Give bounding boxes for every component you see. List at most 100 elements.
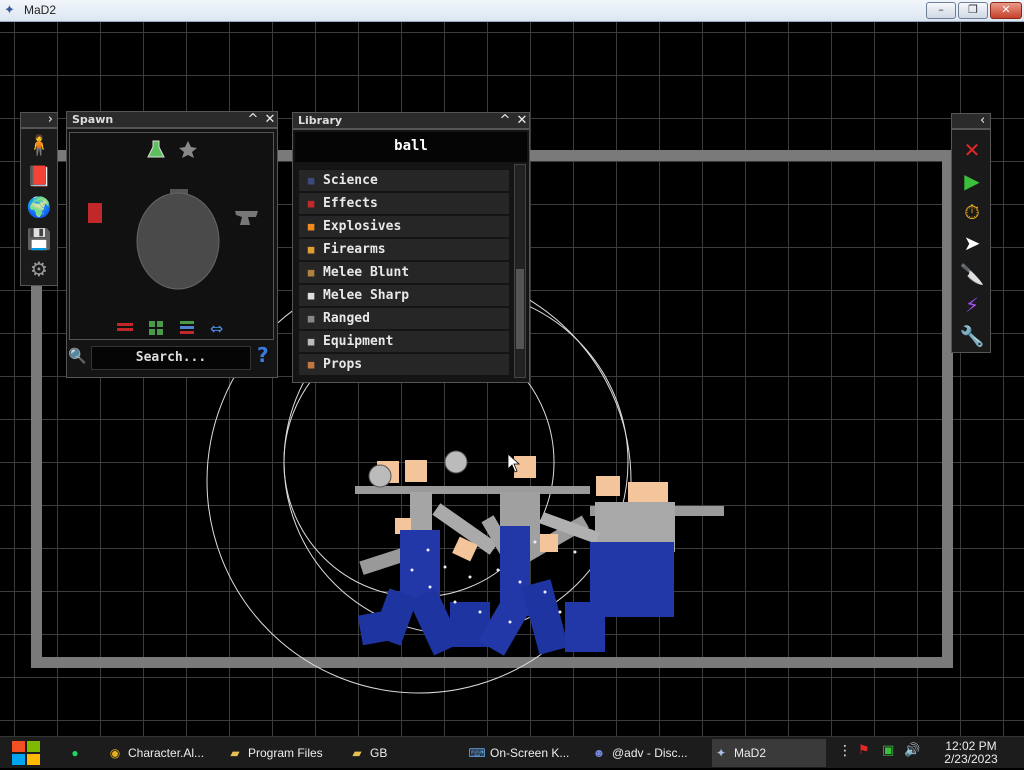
- spawn-close-button[interactable]: ✕: [262, 112, 278, 127]
- library-item-label: Effects: [323, 196, 378, 211]
- library-close-button[interactable]: ✕: [514, 113, 530, 128]
- bat-icon: ■: [307, 266, 315, 279]
- library-collapse-button[interactable]: ^: [497, 113, 513, 128]
- library-item-label: Props: [323, 357, 363, 372]
- library-search-input[interactable]: ball: [295, 132, 527, 162]
- star-icon[interactable]: [179, 141, 197, 158]
- grid-icon[interactable]: [149, 321, 163, 335]
- knife-icon[interactable]: 🔪: [957, 260, 987, 288]
- collapse-right-toolbar-button[interactable]: ‹: [980, 113, 985, 128]
- keyboard-icon: ⌨: [468, 746, 486, 760]
- library-item-label: Explosives: [323, 219, 402, 234]
- folder-icon: ▰: [352, 746, 362, 760]
- layers-icon[interactable]: [117, 323, 133, 331]
- spawn-panel-header[interactable]: Spawn ^ ✕: [66, 111, 278, 128]
- taskbar-task-label: @adv - Disc...: [612, 746, 688, 760]
- taskbar-task-label: Program Files: [248, 746, 323, 760]
- network-icon[interactable]: ▣: [882, 743, 894, 758]
- taskbar-task-2[interactable]: ▰ Program Files: [226, 739, 340, 767]
- right-toolbar: ✕ ▶ ⏱ ➤ 🔪 ⚡ 🔧: [951, 129, 991, 353]
- right-toolbar-header: ‹: [951, 113, 991, 129]
- chrome-icon: ◉: [109, 746, 121, 760]
- wrench-icon[interactable]: 🔧: [957, 322, 987, 350]
- library-scroll-thumb[interactable]: [516, 269, 524, 349]
- title-bar: ✦ MaD2 – ❐ ✕: [0, 0, 1024, 22]
- blade-icon: ■: [307, 289, 315, 302]
- app-icon: ✦: [4, 3, 15, 18]
- crate-icon: ■: [307, 358, 315, 371]
- cursor-icon[interactable]: ➤: [957, 229, 987, 257]
- library-item-melee-blunt[interactable]: ■ Melee Blunt: [299, 262, 509, 283]
- library-item-label: Ranged: [323, 311, 370, 326]
- window-title: MaD2: [24, 3, 57, 17]
- library-item-label: Equipment: [323, 334, 394, 349]
- ragdoll-pile: [355, 450, 724, 656]
- spawn-panel: ⇔ 🔍 Search... ?: [66, 128, 278, 378]
- taskbar-task-label: MaD2: [734, 746, 767, 760]
- globe-icon[interactable]: 🌍: [25, 193, 53, 221]
- library-item-props[interactable]: ■ Props: [299, 354, 509, 375]
- library-item-label: Melee Sharp: [323, 288, 410, 303]
- lightning-icon[interactable]: ⚡: [957, 291, 987, 319]
- system-clock[interactable]: 12:02 PM 2/23/2023: [936, 740, 1006, 766]
- red-glove-icon[interactable]: [88, 203, 102, 223]
- swap-arrows-icon[interactable]: ⇔: [210, 319, 223, 338]
- ragdoll-icon[interactable]: 🧍: [25, 131, 53, 159]
- taskbar-task-label: On-Screen K...: [490, 746, 570, 760]
- play-icon[interactable]: ▶: [957, 167, 987, 195]
- minimize-button[interactable]: –: [926, 2, 956, 19]
- close-window-button[interactable]: ✕: [990, 2, 1022, 19]
- taskbar-task-6[interactable]: ✦ MaD2: [712, 739, 826, 767]
- clock-date: 2/23/2023: [944, 752, 998, 766]
- delete-icon[interactable]: ✕: [957, 136, 987, 164]
- left-toolbar-header: ›: [20, 112, 58, 128]
- start-button[interactable]: [8, 740, 44, 766]
- taskbar-task-1[interactable]: ◉ Character.Al...: [106, 739, 218, 767]
- taskbar-task-label: Character.Al...: [128, 746, 205, 760]
- spawn-search-input[interactable]: Search...: [91, 346, 251, 370]
- library-item-melee-sharp[interactable]: ■ Melee Sharp: [299, 285, 509, 306]
- flask-icon[interactable]: [147, 140, 165, 158]
- spotify-icon: ●: [71, 746, 79, 760]
- science-icon: ■: [307, 174, 315, 187]
- taskbar-task-3[interactable]: ▰ GB: [348, 739, 460, 767]
- library-item-explosives[interactable]: ■ Explosives: [299, 216, 509, 237]
- library-item-firearms[interactable]: ■ Firearms: [299, 239, 509, 260]
- spawn-preview[interactable]: ⇔: [69, 132, 274, 340]
- library-item-effects[interactable]: ■ Effects: [299, 193, 509, 214]
- maximize-button[interactable]: ❐: [958, 2, 988, 19]
- library-panel-title: Library: [298, 114, 343, 127]
- mad2-icon: ✦: [715, 746, 727, 760]
- library-panel-header[interactable]: Library ^ ✕: [292, 112, 530, 129]
- stopwatch-icon[interactable]: ⏱: [957, 198, 987, 226]
- library-scrollbar[interactable]: [514, 164, 526, 378]
- volume-icon[interactable]: 🔊: [904, 743, 920, 758]
- taskbar-task-4[interactable]: ⌨ On-Screen K...: [468, 739, 582, 767]
- taskbar-task-label: GB: [370, 746, 388, 760]
- library-item-equipment[interactable]: ■ Equipment: [299, 331, 509, 352]
- wrecking-ball-preview[interactable]: [136, 189, 220, 290]
- shield-icon: ■: [307, 335, 315, 348]
- flag-icon[interactable]: ⚑: [858, 743, 870, 758]
- taskbar: ● ◉ Character.Al... ▰ Program Files ▰ GB ⌨ On-S…: [0, 736, 1024, 768]
- spawn-panel-title: Spawn: [72, 113, 114, 126]
- gear-icon[interactable]: ⚙: [25, 255, 53, 283]
- library-item-label: Melee Blunt: [323, 265, 410, 280]
- help-icon[interactable]: ?: [257, 343, 269, 367]
- tray-more-icon[interactable]: ⋮: [838, 743, 852, 759]
- spawn-collapse-button[interactable]: ^: [245, 112, 261, 127]
- library-item-science[interactable]: ■ Science: [299, 170, 509, 191]
- taskbar-task-5[interactable]: ☻ @adv - Disc...: [590, 739, 704, 767]
- library-item-ranged[interactable]: ■ Ranged: [299, 308, 509, 329]
- app-window: ✦ MaD2 – ❐ ✕ › 🧍 📕 🌍 💾 ⚙ Spawn ^ ✕ ⇔ 🔍 S…: [0, 0, 1024, 768]
- taskbar-pinned-app[interactable]: ●: [66, 739, 96, 767]
- expand-left-toolbar-button[interactable]: ›: [48, 112, 53, 127]
- library-item-label: Firearms: [323, 242, 386, 257]
- book-icon[interactable]: 📕: [25, 162, 53, 190]
- list-icon[interactable]: [180, 321, 194, 334]
- search-icon: 🔍: [68, 347, 87, 365]
- flame-icon: ■: [307, 220, 315, 233]
- anvil-icon[interactable]: [235, 211, 258, 225]
- save-icon[interactable]: 💾: [25, 225, 53, 253]
- left-toolbar: 🧍 📕 🌍 💾 ⚙: [20, 128, 58, 286]
